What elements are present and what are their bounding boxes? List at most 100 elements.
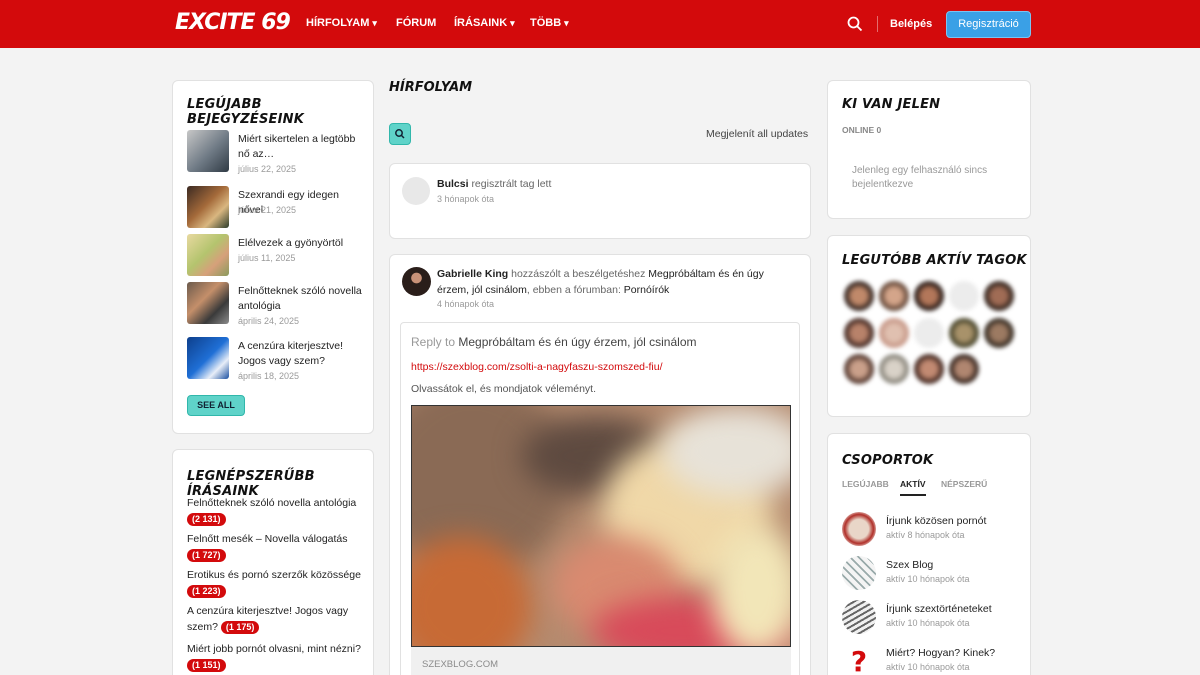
post-date: április 18, 2025 [238,371,300,381]
member-avatar[interactable] [949,318,979,348]
avatar[interactable] [402,177,430,205]
group-name[interactable]: Írjunk közösen pornót [886,515,986,527]
nav-irasaink[interactable]: ÍRÁSAINK ▾ [454,17,515,29]
group-item[interactable]: Írjunk szextörténeteket aktív 10 hónapok… [842,600,1022,636]
svg-text:?: ? [851,645,867,675]
post-thumbnail[interactable] [187,234,229,276]
member-avatar[interactable] [844,318,874,348]
member-avatar[interactable] [984,281,1014,311]
popular-title[interactable]: Felnőtt mesék – Novella válogatás [187,533,348,545]
post-thumbnail[interactable] [187,337,229,379]
group-item[interactable]: Írjunk közösen pornót aktív 8 hónapok ót… [842,512,1022,548]
member-avatar[interactable] [914,318,944,348]
recently-active-widget: Legutóbb aktív tagok [827,235,1031,417]
user-link[interactable]: Bulcsi [437,178,469,190]
member-avatar[interactable] [949,354,979,384]
popular-posts-widget: Legnépszerűbb írásaink Felnőtteknek szól… [172,449,374,675]
member-avatar[interactable] [879,281,909,311]
member-avatar[interactable] [879,318,909,348]
view-count: 1 151 [195,659,218,670]
forum-link[interactable]: Pornóírók [624,284,670,296]
nav-label: TÖBB [530,17,562,29]
chevron-down-icon: ▾ [564,18,569,28]
post-date: július 21, 2025 [238,205,297,215]
nav-tobb[interactable]: TÖBB ▾ [530,17,569,29]
widget-title: Legutóbb aktív tagok [842,253,1027,268]
post-thumbnail[interactable] [187,130,229,172]
member-avatar[interactable] [844,281,874,311]
reply-url-link[interactable]: https://szexblog.com/zsolti-a-nagyfaszu-… [411,361,663,373]
group-name[interactable]: Miért? Hogyan? Kinek? [886,647,995,659]
tab-popular[interactable]: NÉPSZERŰ [941,479,987,489]
group-activity-time: aktív 10 hónapok óta [886,662,970,672]
popular-title[interactable]: Erotikus és pornó szerzők közössége [187,569,361,581]
post-title[interactable]: Elélvezek a gyönyörtöl [238,236,363,251]
avatar[interactable] [402,267,431,296]
popular-title[interactable]: Miért jobb pornót olvasni, mint nézni? [187,643,361,655]
nav-label: HÍRFOLYAM [306,17,370,29]
activity-time: 3 hónapok óta [437,194,495,204]
feed-filter-select[interactable]: Megjelenít all updates [706,128,808,140]
member-avatar[interactable] [949,281,979,311]
view-count-badge: (1 727) [187,548,226,562]
post-title[interactable]: Felnőtteknek szóló novella antológia [238,284,363,314]
see-all-button[interactable]: SEE ALL [187,395,245,416]
post-item[interactable]: Szexrandi egy idegen nővel július 21, 20… [187,186,362,230]
popular-item[interactable]: Miért jobb pornót olvasni, mint nézni? (… [187,641,362,673]
question-mark-icon[interactable]: ? [842,644,876,675]
member-avatar[interactable] [914,281,944,311]
page-title: Hírfolyam [389,80,473,95]
post-title[interactable]: Miért sikertelen a legtöbb nő az… [238,132,363,162]
activity-action: regisztrált tag lett [471,178,552,190]
group-name[interactable]: Szex Blog [886,559,933,571]
popular-item[interactable]: A cenzúra kiterjesztve! Jogos vagy szem?… [187,603,362,635]
member-avatar[interactable] [914,354,944,384]
login-link[interactable]: Belépés [890,18,932,30]
group-avatar[interactable] [842,556,876,590]
search-filter-button[interactable] [389,123,411,145]
popular-title[interactable]: Felnőtteknek szóló novella antológia [187,497,356,509]
popular-title[interactable]: A cenzúra kiterjesztve! Jogos vagy szem? [187,605,348,633]
popular-item[interactable]: Felnőtteknek szóló novella antológia (2 … [187,495,362,527]
member-avatar[interactable] [844,354,874,384]
post-item[interactable]: Elélvezek a gyönyörtöl július 11, 2025 [187,234,362,278]
post-thumbnail[interactable] [187,186,229,228]
tab-newest[interactable]: LEGÚJABB [842,479,889,489]
view-count: 2 131 [195,513,218,524]
register-button[interactable]: Regisztráció [946,11,1031,38]
site-logo[interactable]: EXCITE 69 [175,10,291,35]
post-item[interactable]: Miért sikertelen a legtöbb nő az… július… [187,130,362,174]
reply-topic-link[interactable]: Megpróbáltam és én úgy érzem, jól csinál… [458,335,696,349]
group-item[interactable]: ? Miért? Hogyan? Kinek? aktív 10 hónapok… [842,644,1022,675]
member-avatar[interactable] [879,354,909,384]
popular-item[interactable]: Erotikus és pornó szerzők közössége (1 2… [187,567,362,599]
groups-widget: Csoportok LEGÚJABB AKTÍV NÉPSZERŰ Írjunk… [827,433,1031,675]
group-name[interactable]: Írjunk szextörténeteket [886,603,992,615]
nav-label: FÓRUM [396,17,437,29]
post-date: július 11, 2025 [238,253,296,263]
group-item[interactable]: Szex Blog aktív 10 hónapok óta [842,556,1022,592]
group-avatar[interactable] [842,600,876,634]
view-count-badge: (1 175) [220,620,260,634]
nav-label: ÍRÁSAINK [454,17,508,29]
popular-item[interactable]: Felnőtt mesék – Novella válogatás (1 727… [187,531,362,563]
post-title[interactable]: A cenzúra kiterjesztve! Jogos vagy szem? [238,339,363,369]
post-thumbnail[interactable] [187,282,229,324]
chevron-down-icon: ▾ [372,18,377,28]
post-item[interactable]: Felnőtteknek szóló novella antológia ápr… [187,282,362,326]
activity-action: hozzászólt a beszélgetéshez [511,268,646,280]
nav-divider [877,16,878,32]
tab-active[interactable]: AKTÍV [900,479,926,496]
widget-title: Legújabb bejegyzéseink [187,97,305,127]
link-preview-footer[interactable]: SZEXBLOG.COM [411,647,791,675]
reply-preview: Reply to Megpróbáltam és én úgy érzem, j… [400,322,800,675]
nav-forum[interactable]: FÓRUM [396,17,436,29]
search-icon[interactable] [846,15,864,33]
chevron-down-icon: ▾ [510,18,515,28]
group-avatar[interactable] [842,512,876,546]
member-avatar[interactable] [984,318,1014,348]
nav-hirfolyam[interactable]: HÍRFOLYAM ▾ [306,17,377,29]
post-item[interactable]: A cenzúra kiterjesztve! Jogos vagy szem?… [187,337,362,381]
link-preview-image[interactable] [411,405,791,647]
user-link[interactable]: Gabrielle King [437,268,508,280]
